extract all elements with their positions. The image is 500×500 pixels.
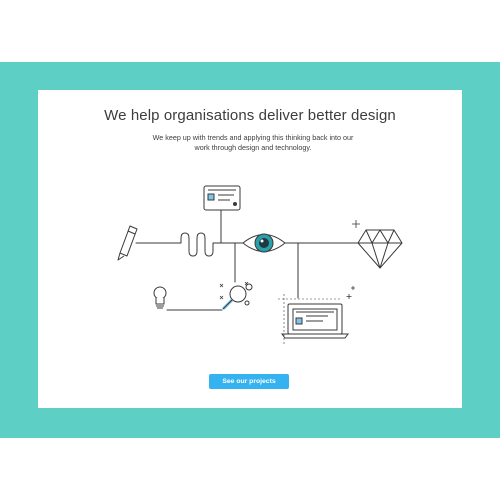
see-our-projects-button[interactable]: See our projects [209, 374, 289, 389]
hero-card: We help organisations deliver better des… [38, 90, 462, 408]
eye-icon [242, 233, 286, 253]
lightbulb-icon [153, 286, 167, 309]
laptop-icon [281, 303, 349, 339]
sparkle-icon [346, 220, 360, 299]
process-illustration [117, 185, 403, 344]
diamond-icon [357, 229, 403, 269]
magnifier-icon [219, 281, 253, 311]
browser-card-icon [203, 185, 241, 211]
pencil-icon [117, 225, 138, 261]
connector-line-main [135, 232, 244, 257]
